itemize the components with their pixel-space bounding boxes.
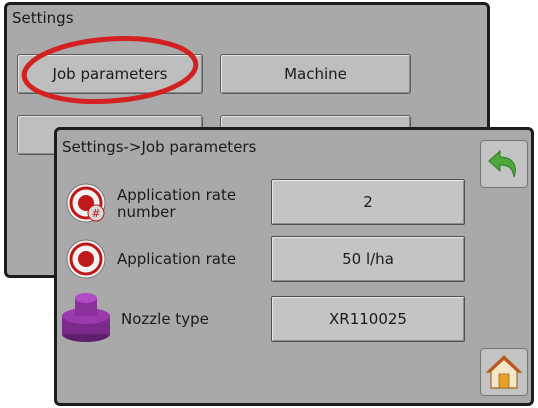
nozzle-icon <box>62 293 110 342</box>
application-rate-label: Application rate <box>117 250 237 268</box>
application-rate-number-icon: # <box>66 183 106 223</box>
application-rate-icon <box>66 239 106 279</box>
application-rate-number-label: Application rate number <box>117 186 237 221</box>
home-button[interactable] <box>480 348 528 396</box>
home-icon <box>485 355 523 389</box>
back-arrow-icon <box>488 149 516 178</box>
nozzle-type-field[interactable]: XR110025 <box>271 296 465 342</box>
application-rate-field[interactable]: 50 l/ha <box>271 236 465 282</box>
highlight-ellipse <box>21 35 199 105</box>
machine-button[interactable]: Machine <box>220 54 411 94</box>
job-parameters-title: Settings->Job parameters <box>62 138 257 156</box>
settings-title: Settings <box>12 9 74 27</box>
nozzle-type-label: Nozzle type <box>121 310 209 328</box>
job-parameters-panel: Settings->Job parameters # Application r… <box>54 127 534 406</box>
application-rate-number-field[interactable]: 2 <box>271 179 465 225</box>
svg-text:#: # <box>91 207 100 220</box>
back-button[interactable] <box>480 140 528 188</box>
